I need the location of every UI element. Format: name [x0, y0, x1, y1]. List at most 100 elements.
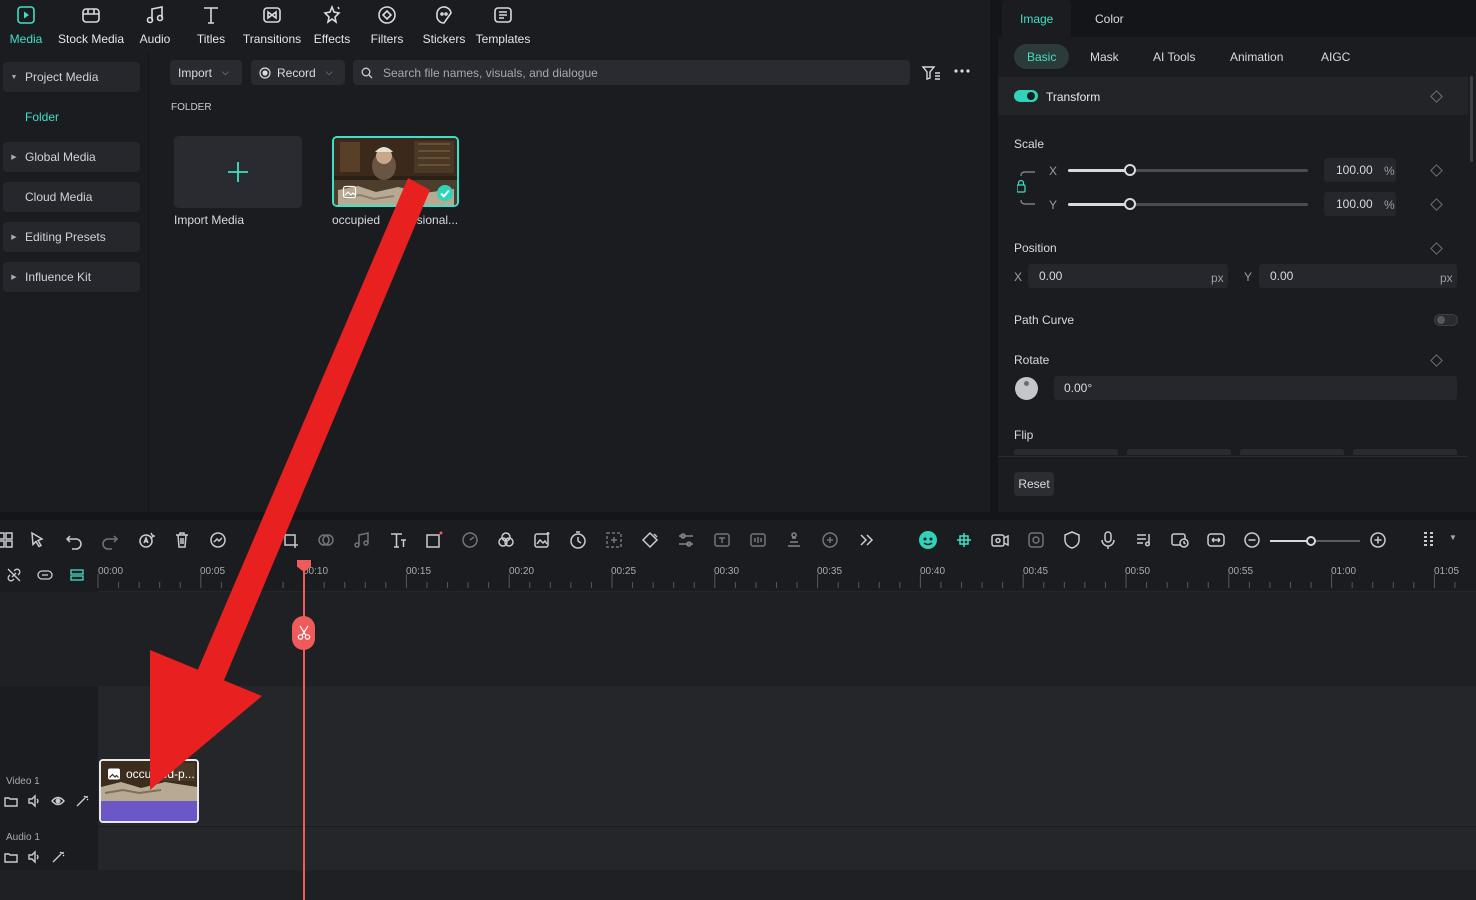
speed-icon[interactable] — [460, 530, 480, 550]
subtab-aigc[interactable]: AIGC — [1308, 44, 1363, 69]
subtab-animation[interactable]: Animation — [1217, 44, 1296, 69]
more-tools-icon[interactable] — [856, 530, 876, 550]
filter-sort-icon[interactable] — [921, 64, 941, 82]
keyframe-diamond-icon[interactable] — [1430, 198, 1443, 211]
playhead[interactable] — [303, 560, 305, 900]
sidebar-item-project-media[interactable]: ▼ Project Media — [3, 62, 140, 92]
ai-smart-cut-icon[interactable] — [208, 530, 228, 550]
ai-copilot-icon[interactable] — [918, 530, 938, 550]
position-x-input[interactable]: 0.00 — [1028, 264, 1228, 288]
tab-image[interactable]: Image — [1002, 0, 1072, 37]
timeline-tracks[interactable]: Video 1 Audio 1 — [0, 592, 1476, 900]
scale-x-slider-handle[interactable] — [1124, 164, 1136, 176]
flip-option-button[interactable] — [1014, 449, 1118, 455]
shape-icon[interactable] — [424, 530, 444, 550]
subtab-basic[interactable]: Basic — [1014, 44, 1070, 69]
sidebar-item-editing-presets[interactable]: ▶ Editing Presets — [3, 222, 140, 252]
scale-y-slider-handle[interactable] — [1124, 198, 1136, 210]
timeline-zoom-slider[interactable] — [1270, 536, 1360, 546]
folder-lock-icon[interactable] — [4, 794, 18, 808]
tab-titles[interactable]: Titles — [193, 0, 229, 52]
timeline-clip[interactable]: occupied-p... — [99, 759, 199, 823]
position-y-input[interactable]: 0.00 — [1259, 264, 1457, 288]
speaker-icon[interactable] — [27, 794, 41, 808]
ai-image-icon[interactable] — [532, 530, 552, 550]
flip-option-button[interactable] — [1240, 449, 1344, 455]
tab-transitions[interactable]: Transitions — [241, 0, 303, 52]
audio-track-1[interactable] — [0, 826, 1476, 870]
motion-track-icon[interactable] — [604, 530, 624, 550]
undo-icon[interactable] — [64, 530, 84, 550]
import-dropdown[interactable]: Import ⌵ — [170, 60, 242, 85]
import-media-tile[interactable] — [174, 136, 302, 208]
chevron-down-icon[interactable]: ▼ — [1449, 533, 1457, 542]
tab-media[interactable]: Media — [6, 0, 46, 52]
folder-lock-icon[interactable] — [4, 850, 18, 864]
scale-x-slider[interactable] — [1068, 164, 1308, 176]
zoom-in-icon[interactable] — [1368, 530, 1388, 550]
media-clip-thumbnail[interactable] — [332, 136, 459, 207]
flip-option-button[interactable] — [1127, 449, 1231, 455]
screen-record-icon[interactable] — [1170, 530, 1190, 550]
layout-icon[interactable] — [0, 530, 16, 550]
shield-icon[interactable] — [1062, 530, 1082, 550]
keyframe-diamond-icon[interactable] — [1430, 242, 1443, 255]
sidebar-item-influence-kit[interactable]: ▶ Influence Kit — [3, 262, 140, 292]
keyframe-diamond-icon[interactable] — [1430, 354, 1443, 367]
rotate-dial[interactable] — [1015, 377, 1038, 400]
color-icon[interactable] — [496, 530, 516, 550]
timer-icon[interactable] — [568, 530, 588, 550]
zoom-out-icon[interactable] — [1242, 530, 1262, 550]
voiceover-list-icon[interactable] — [1134, 530, 1154, 550]
flip-option-button[interactable] — [1353, 449, 1457, 455]
ai-text-icon[interactable] — [712, 530, 732, 550]
tab-stock-media[interactable]: Stock Media — [56, 0, 126, 52]
delete-icon[interactable] — [172, 530, 192, 550]
speaker-icon[interactable] — [27, 850, 41, 864]
subtab-mask[interactable]: Mask — [1077, 44, 1132, 69]
tab-filters[interactable]: Filters — [368, 0, 406, 52]
keyframe-icon[interactable] — [640, 530, 660, 550]
grid-menu-icon[interactable] — [1420, 530, 1440, 550]
media-search-input[interactable] — [353, 60, 910, 85]
sidebar-item-cloud-media[interactable]: Cloud Media — [3, 182, 140, 212]
sidebar-item-folder[interactable]: Folder — [3, 102, 140, 132]
magic-wand-icon[interactable] — [75, 794, 89, 808]
tab-effects[interactable]: Effects — [311, 0, 353, 52]
auto-ripple-icon[interactable] — [990, 530, 1010, 550]
rotate-input[interactable]: 0.00° — [1054, 376, 1457, 400]
transform-toggle[interactable] — [1014, 90, 1038, 102]
audio-edit-icon[interactable] — [352, 530, 372, 550]
adjust-icon[interactable] — [676, 530, 696, 550]
keyframe-diamond-icon[interactable] — [1430, 164, 1443, 177]
fit-timeline-icon[interactable] — [1206, 530, 1226, 550]
ai-edit-icon[interactable] — [136, 530, 156, 550]
render-icon[interactable] — [1026, 530, 1046, 550]
crop-icon[interactable] — [280, 530, 300, 550]
redo-icon[interactable] — [100, 530, 120, 550]
subtab-ai-tools[interactable]: AI Tools — [1140, 44, 1208, 69]
text-icon[interactable] — [388, 530, 408, 550]
magic-wand-icon[interactable] — [51, 850, 65, 864]
scale-y-slider[interactable] — [1068, 198, 1308, 210]
tab-color[interactable]: Color — [1077, 0, 1142, 37]
tab-stickers[interactable]: Stickers — [420, 0, 468, 52]
properties-scrollbar[interactable] — [1470, 76, 1473, 162]
ai-voice-icon[interactable] — [820, 530, 840, 550]
video-track-1[interactable] — [0, 686, 1476, 826]
microphone-icon[interactable] — [1098, 530, 1118, 550]
path-curve-toggle[interactable] — [1434, 314, 1458, 326]
stabilize-icon[interactable] — [784, 530, 804, 550]
snap-magnet-icon[interactable] — [954, 530, 974, 550]
lock-ratio-icon[interactable] — [1017, 168, 1039, 208]
more-options-icon[interactable] — [953, 66, 971, 76]
color-match-icon[interactable] — [316, 530, 336, 550]
sidebar-item-global-media[interactable]: ▶ Global Media — [3, 142, 140, 172]
tab-audio[interactable]: Audio — [136, 0, 174, 52]
split-scissors-button[interactable] — [292, 616, 315, 650]
audio-wave-icon[interactable] — [748, 530, 768, 550]
reset-button[interactable]: Reset — [1014, 472, 1054, 496]
eye-icon[interactable] — [51, 794, 65, 808]
record-dropdown[interactable]: Record ⌵ — [251, 60, 345, 85]
timeline-zoom-slider-handle[interactable] — [1306, 536, 1316, 546]
